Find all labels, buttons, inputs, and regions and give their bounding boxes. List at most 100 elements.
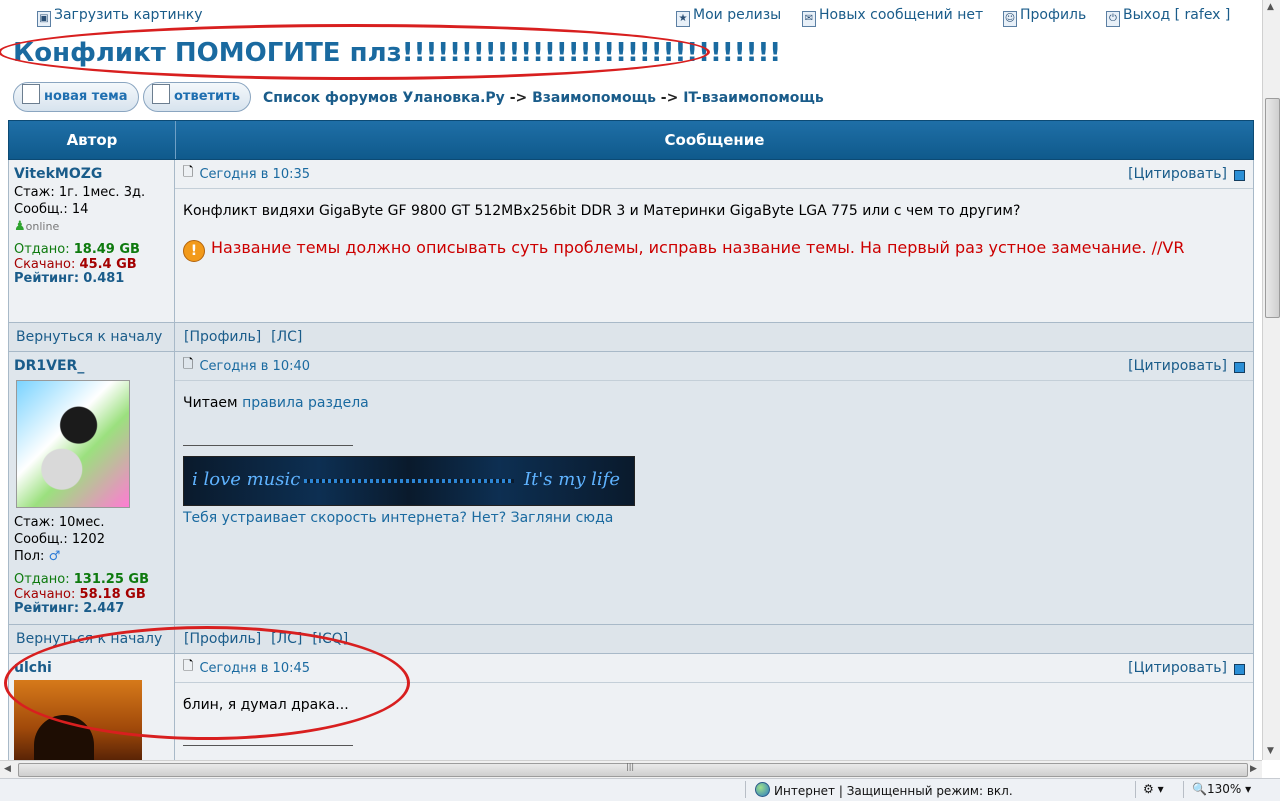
post-marker-icon[interactable]	[1234, 170, 1245, 181]
scroll-down-icon[interactable]: ▼	[1267, 746, 1274, 756]
downloaded-stat: Скачано: 58.18 GB	[14, 587, 146, 602]
top-navigation: ▣ Загрузить картинку ★ Мои релизы ✉ Новых с…	[0, 5, 1262, 27]
scroll-left-icon[interactable]: ◀	[4, 764, 11, 774]
breadcrumb-separator: ->	[509, 90, 528, 106]
post-author-cell: DR1VER_ Стаж: 10мес. Сообщ.: 1202 Пол: ♂…	[9, 352, 175, 624]
protected-mode-icon[interactable]: ⚙ ▾	[1143, 782, 1164, 796]
rules-link[interactable]: правила раздела	[242, 395, 369, 411]
breadcrumb: Список форумов Улановка.Ру -> Взаимопомо…	[263, 90, 824, 106]
breadcrumb-it-help[interactable]: IT-взаимопомощь	[683, 90, 824, 106]
posts-table: Автор Сообщение VitekMOZG Стаж: 1г. 1мес…	[8, 120, 1254, 760]
document-icon	[22, 84, 40, 104]
post-header: 🗋 Сегодня в 10:35	[175, 160, 1253, 189]
signature-link[interactable]: Тебя устраивает скорость интернета? Нет?…	[183, 508, 1245, 528]
author-post-count: Сообщ.: 1202	[14, 532, 105, 547]
profile-link[interactable]: [Профиль]	[184, 631, 261, 647]
signature-divider	[183, 445, 353, 446]
scroll-up-icon[interactable]: ▲	[1267, 2, 1274, 12]
male-icon: ♂	[48, 549, 61, 564]
post-time[interactable]: Сегодня в 10:45	[199, 661, 310, 676]
post-icon: 🗋	[183, 165, 194, 180]
rating-stat: Рейтинг: 0.481	[14, 271, 125, 286]
post-author-cell: ulchi	[9, 654, 175, 760]
quote-button[interactable]: [Цитировать]	[1128, 358, 1227, 374]
post-marker-icon[interactable]	[1234, 664, 1245, 675]
message-column-header: Сообщение	[664, 131, 765, 149]
new-topic-button[interactable]: новая тема	[13, 82, 139, 112]
zoom-icon: 🔍	[1192, 782, 1207, 796]
zoom-control[interactable]: 🔍130% ▾	[1192, 782, 1251, 796]
messages-link[interactable]: ✉ Новых сообщений нет	[802, 7, 983, 27]
vertical-scroll-thumb[interactable]	[1265, 98, 1280, 318]
breadcrumb-mutual-help[interactable]: Взаимопомощь	[532, 90, 656, 106]
avatar	[14, 680, 142, 760]
globe-icon	[755, 782, 770, 797]
profile-link[interactable]: ☺ Профиль	[1003, 7, 1086, 27]
browser-viewport: ▣ Загрузить картинку ★ Мои релизы ✉ Новых с…	[0, 0, 1262, 760]
logout-link[interactable]: ⏻ Выход [ rafex ]	[1106, 7, 1230, 27]
post-header: 🗋 Сегодня в 10:40	[175, 352, 1253, 381]
profile-link[interactable]: [Профиль]	[184, 329, 261, 345]
pm-link[interactable]: [ЛС]	[271, 631, 302, 647]
quote-button[interactable]: [Цитировать]	[1128, 166, 1227, 182]
icq-link[interactable]: [ICQ]	[312, 631, 348, 647]
scroll-grip-icon: |||	[626, 762, 635, 771]
scroll-right-icon[interactable]: ▶	[1250, 764, 1257, 774]
vertical-scrollbar[interactable]: ▲ ▼	[1262, 0, 1280, 760]
post-header: 🗋 Сегодня в 10:45	[175, 654, 1253, 683]
security-zone[interactable]: Интернет | Защищенный режим: вкл.	[755, 782, 1013, 798]
author-column-header: Автор	[9, 121, 176, 159]
image-icon: ▣	[37, 11, 51, 27]
chevron-down-icon: ▾	[1245, 782, 1252, 796]
post-text: Конфликт видяхи GigaByte GF 9800 GT 512M…	[183, 203, 1021, 219]
star-icon: ★	[676, 11, 690, 27]
post-footer: Вернуться к началу [Профиль] [ЛС] [ICQ]	[8, 624, 1254, 654]
post-message-cell: 🗋 Сегодня в 10:40 [Цитировать] Читаем пр…	[175, 352, 1253, 624]
author-gender: Пол: ♂	[14, 549, 61, 564]
back-to-top-link[interactable]: Вернуться к началу	[9, 323, 175, 351]
uploaded-stat: Отдано: 18.49 GB	[14, 242, 140, 257]
online-status: ♟online	[14, 219, 60, 234]
topic-title[interactable]: Конфликт ПОМОГИТЕ плз!!!!!!!!!!!!!!!!!!!…	[13, 38, 781, 68]
my-releases-link[interactable]: ★ Мои релизы	[676, 7, 781, 27]
post-text: блин, я думал драка...	[183, 697, 349, 713]
post-footer: Вернуться к началу [Профиль] [ЛС]	[8, 322, 1254, 352]
post-text: Читаем правила раздела	[183, 395, 369, 411]
post-author-cell: VitekMOZG Стаж: 1г. 1мес. 3д. Сообщ.: 14…	[9, 160, 175, 322]
post-time[interactable]: Сегодня в 10:35	[199, 167, 310, 182]
post-time[interactable]: Сегодня в 10:40	[199, 359, 310, 374]
table-header: Автор Сообщение	[8, 120, 1254, 160]
post-body: Конфликт видяхи GigaByte GF 9800 GT 512M…	[175, 189, 1253, 274]
post-row: ulchi 🗋 Сегодня в 10:45 [Цитировать] бли…	[8, 654, 1254, 760]
waveform-graphic	[304, 479, 514, 483]
avatar	[16, 380, 130, 508]
breadcrumb-separator: ->	[660, 90, 679, 106]
post-message-cell: 🗋 Сегодня в 10:45 [Цитировать] блин, я д…	[175, 654, 1253, 760]
horizontal-scrollbar[interactable]: ◀ ||| ▶	[0, 760, 1262, 778]
user-icon: ☺	[1003, 11, 1017, 27]
post-icon: 🗋	[183, 659, 194, 674]
post-body: Читаем правила раздела i love music It's…	[175, 381, 1253, 540]
breadcrumb-forum-list[interactable]: Список форумов Улановка.Ру	[263, 90, 505, 106]
post-row: DR1VER_ Стаж: 10мес. Сообщ.: 1202 Пол: ♂…	[8, 352, 1254, 624]
author-tenure: Стаж: 10мес.	[14, 515, 105, 530]
online-icon: ♟	[14, 219, 26, 234]
author-name[interactable]: VitekMOZG	[14, 166, 169, 182]
back-to-top-link[interactable]: Вернуться к началу	[9, 625, 175, 653]
author-name[interactable]: DR1VER_	[14, 358, 169, 374]
quote-button[interactable]: [Цитировать]	[1128, 660, 1227, 676]
pm-link[interactable]: [ЛС]	[271, 329, 302, 345]
envelope-icon: ✉	[802, 11, 816, 27]
reply-button[interactable]: ответить	[143, 82, 251, 112]
uploaded-stat: Отдано: 131.25 GB	[14, 572, 150, 587]
moderator-warning: ! Название темы должно описывать суть про…	[183, 237, 1245, 262]
post-message-cell: 🗋 Сегодня в 10:35 [Цитировать] Конфликт …	[175, 160, 1253, 322]
post-row: VitekMOZG Стаж: 1г. 1мес. 3д. Сообщ.: 14…	[8, 160, 1254, 322]
upload-image-link[interactable]: ▣ Загрузить картинку	[37, 7, 203, 27]
post-body: блин, я думал драка...	[175, 683, 1253, 758]
rating-stat: Рейтинг: 2.447	[14, 601, 125, 616]
author-tenure: Стаж: 1г. 1мес. 3д.	[14, 185, 146, 200]
warning-icon: !	[183, 240, 205, 262]
author-name[interactable]: ulchi	[14, 660, 169, 676]
post-marker-icon[interactable]	[1234, 362, 1245, 373]
